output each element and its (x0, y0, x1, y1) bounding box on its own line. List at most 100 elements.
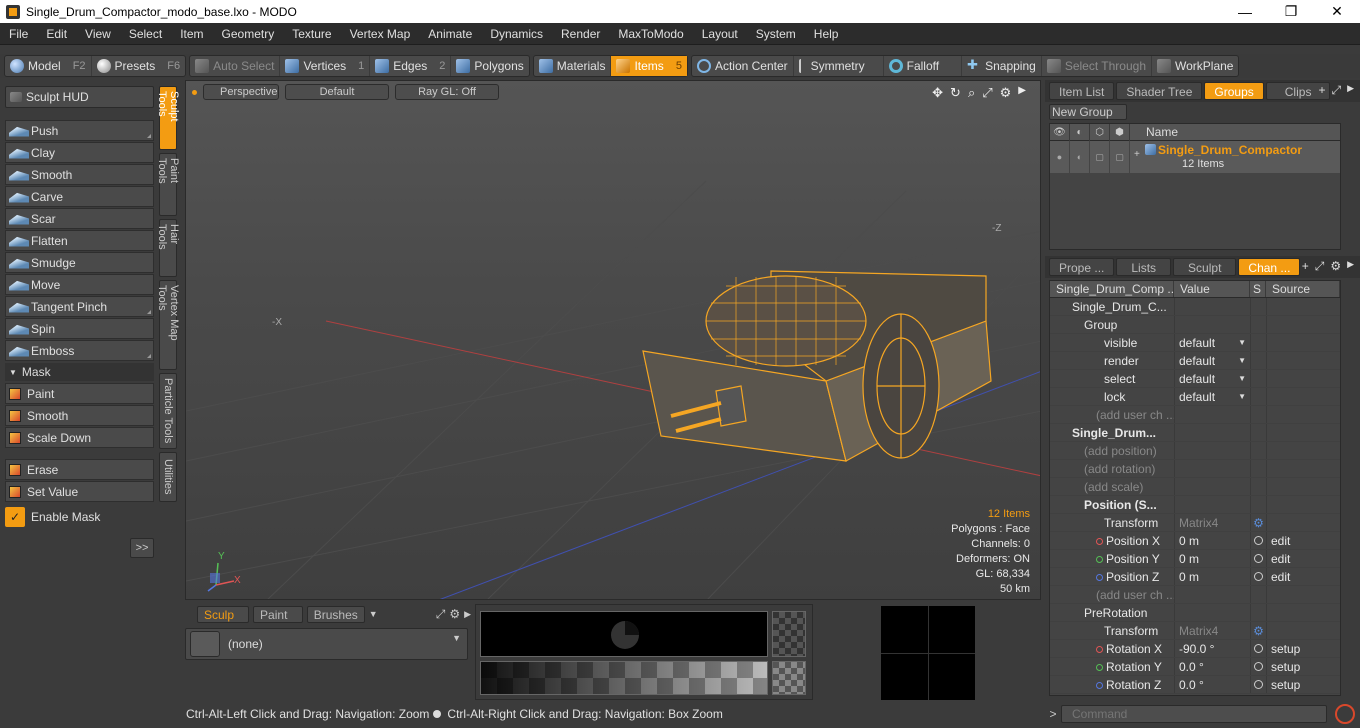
menu-render[interactable]: Render (552, 23, 609, 45)
tool-smudge[interactable]: Smudge (5, 252, 154, 273)
keyframe-circle-icon[interactable] (1254, 536, 1263, 545)
menu-item[interactable]: Item (171, 23, 212, 45)
channel-value-cell[interactable]: 0 m (1174, 550, 1250, 567)
command-input[interactable] (1061, 705, 1327, 723)
new-group-button[interactable]: New Group (1049, 104, 1127, 120)
tab-sculpt-tools[interactable]: Sculpt Tools (156, 86, 180, 150)
keyframe-circle-icon[interactable] (1254, 662, 1263, 671)
channel-value-cell[interactable]: 0.0 ° (1174, 676, 1250, 693)
channel-value-cell[interactable]: default ▼ (1174, 370, 1250, 387)
maximize-icon[interactable]: ⤢ (436, 607, 446, 622)
channel-value-cell[interactable]: default ▼ (1174, 388, 1250, 405)
menu-vertex-map[interactable]: Vertex Map (341, 23, 420, 45)
tool-clay[interactable]: Clay (5, 142, 154, 163)
dropdown-icon[interactable]: ▼ (1238, 388, 1246, 406)
channel-row[interactable]: (add position) (1050, 442, 1340, 460)
presets-button[interactable]: Presets F6 (92, 56, 186, 76)
rotate-icon[interactable]: ↻ (950, 85, 961, 101)
tab-particle-tools[interactable]: Particle Tools (159, 373, 177, 449)
snapping-button[interactable]: Snapping (962, 56, 1042, 76)
zoom-icon[interactable]: ⌕ (968, 85, 975, 101)
maximize-icon[interactable]: ⤢ (1315, 259, 1325, 274)
action-center-button[interactable]: Action Center (692, 56, 794, 76)
channel-row[interactable]: (add user ch ... (1050, 586, 1340, 604)
visibility-toggle-icon[interactable]: ● (1050, 141, 1070, 173)
menu-texture[interactable]: Texture (283, 23, 340, 45)
sculpt-hud-button[interactable]: Sculpt HUD (5, 86, 154, 108)
lock-toggle-icon[interactable]: ▢ (1090, 141, 1110, 173)
channel-row[interactable]: Rotation X -90.0 ° setup (1050, 640, 1340, 658)
channel-row[interactable]: visible default ▼ (1050, 334, 1340, 352)
close-button[interactable]: ✕ (1314, 0, 1360, 23)
tool-carve[interactable]: Carve (5, 186, 154, 207)
channel-row[interactable]: Rotation Z 0.0 ° setup (1050, 676, 1340, 694)
falloff-button[interactable]: Falloff (884, 56, 963, 76)
channel-row[interactable]: lock default ▼ (1050, 388, 1340, 406)
keyframe-circle-icon[interactable] (1254, 572, 1263, 581)
polygons-button[interactable]: Polygons (451, 56, 528, 76)
tab-dropdown-icon[interactable]: ▼ (369, 609, 378, 619)
record-icon[interactable] (1335, 704, 1355, 724)
mask-tool-erase[interactable]: Erase (5, 459, 154, 480)
maximize-button[interactable]: ❐ (1268, 0, 1314, 23)
channel-value-cell[interactable]: Matrix4 (1174, 514, 1250, 531)
channel-row[interactable]: (add rotation) (1050, 460, 1340, 478)
view-type-dropdown[interactable]: Perspective (203, 84, 279, 100)
model-button[interactable]: Model F2 (5, 56, 92, 76)
tab-vertex-map-tools[interactable]: Vertex Map Tools (156, 280, 180, 370)
expand-plus-icon[interactable]: + (1134, 149, 1140, 160)
channel-row[interactable]: PreRotation (1050, 604, 1340, 622)
select-toggle-icon[interactable]: ▢ (1110, 141, 1130, 173)
render-toggle-icon[interactable]: ◐ (1070, 141, 1090, 173)
keyframe-circle-icon[interactable] (1254, 680, 1263, 689)
vertices-button[interactable]: Vertices 1 (280, 56, 371, 76)
select-icon[interactable]: ⬢ (1110, 123, 1130, 141)
channel-row[interactable]: Transform Matrix4 ⚙ (1050, 622, 1340, 640)
channel-value-cell[interactable]: 0.0 ° (1174, 658, 1250, 675)
channel-row[interactable]: Position (S... (1050, 496, 1340, 514)
menu-layout[interactable]: Layout (693, 23, 747, 45)
gradient-preview[interactable] (480, 661, 768, 695)
lock-icon[interactable]: ⬡ (1090, 123, 1110, 141)
mask-tool-set-value[interactable]: Set Value (5, 481, 154, 502)
enable-mask-toggle[interactable]: ✓ Enable Mask (5, 506, 154, 528)
matrix-gear-icon[interactable]: ⚙ (1253, 624, 1264, 638)
mask-tool-paint[interactable]: Paint (5, 383, 154, 404)
matrix-gear-icon[interactable]: ⚙ (1253, 516, 1264, 530)
tab-sculpt[interactable]: Sculpt (1173, 258, 1237, 276)
tab-sculpt[interactable]: Sculp ... (197, 605, 250, 639)
channel-row[interactable]: Single_Drum_C... (1050, 298, 1340, 316)
mask-tool-smooth[interactable]: Smooth (5, 405, 154, 426)
items-button[interactable]: Items 5 (611, 56, 687, 76)
tool-spin[interactable]: Spin (5, 318, 154, 339)
channel-value-cell[interactable]: default ▼ (1174, 334, 1250, 351)
channel-row[interactable]: Position X 0 m edit (1050, 532, 1340, 550)
menu-edit[interactable]: Edit (37, 23, 76, 45)
more-tools-button[interactable]: >> (130, 538, 154, 558)
channel-row[interactable]: (add user ch ... (1050, 406, 1340, 424)
minimize-button[interactable]: — (1222, 0, 1268, 23)
viewport-menu-dot[interactable] (192, 89, 197, 95)
tool-push[interactable]: Push (5, 120, 154, 141)
menu-help[interactable]: Help (805, 23, 848, 45)
select-through-button[interactable]: Select Through (1042, 56, 1152, 76)
channel-row[interactable]: render default ▼ (1050, 352, 1340, 370)
mask-section-header[interactable]: ▼ Mask (5, 363, 154, 381)
maximize-icon[interactable]: ⤢ (982, 85, 992, 101)
menu-select[interactable]: Select (120, 23, 171, 45)
tab-paint[interactable]: Paint ... (253, 605, 303, 639)
preview-thumbnail[interactable] (881, 606, 975, 700)
channel-row[interactable]: (add scale) (1050, 478, 1340, 496)
keyframe-circle-icon[interactable] (1254, 644, 1263, 653)
tool-flatten[interactable]: Flatten (5, 230, 154, 251)
gear-icon[interactable]: ⚙ (1330, 259, 1341, 274)
channel-row[interactable]: Transform Matrix4 ⚙ (1050, 514, 1340, 532)
channel-row[interactable]: Position Z 0 m edit (1050, 568, 1340, 586)
dropdown-icon[interactable]: ▼ (1238, 334, 1246, 352)
stamp-preview[interactable] (480, 611, 768, 657)
tab-brushes[interactable]: Brushes (306, 605, 365, 623)
stamp-checker[interactable] (772, 611, 806, 657)
channel-value-cell[interactable]: -90.0 ° (1174, 640, 1250, 657)
tab-item-list[interactable]: Item List (1049, 82, 1115, 100)
tab-channels[interactable]: Chan ... (1238, 258, 1301, 276)
